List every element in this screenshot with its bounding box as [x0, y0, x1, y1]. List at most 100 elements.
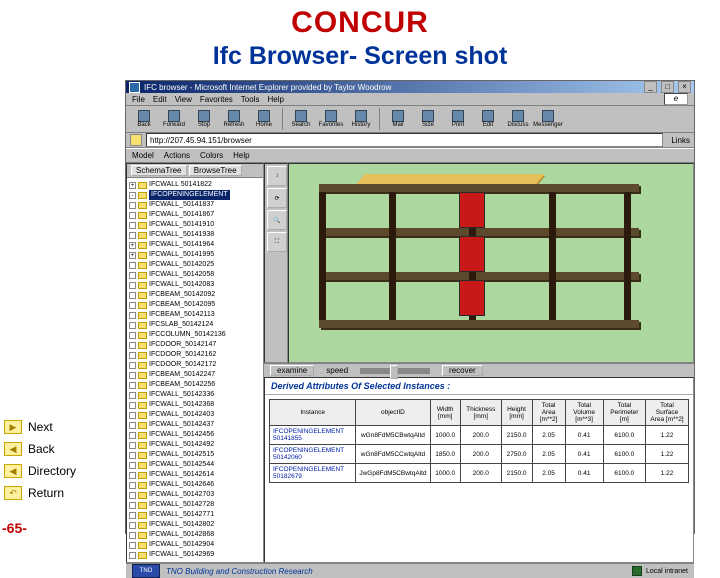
- expand-icon[interactable]: [129, 552, 136, 559]
- recover-button[interactable]: recover: [442, 365, 483, 376]
- expand-icon[interactable]: [129, 432, 136, 439]
- tree-item[interactable]: +IFCWALL_50141964: [129, 240, 261, 250]
- tree-item[interactable]: IFCWALL_50142456: [129, 430, 261, 440]
- examine-button[interactable]: examine: [270, 365, 314, 376]
- expand-icon[interactable]: +: [129, 182, 136, 189]
- tree-item[interactable]: +IFCWALL 50141822: [129, 180, 261, 190]
- refresh-btn[interactable]: Refresh: [220, 106, 248, 132]
- viewport-3d[interactable]: [288, 163, 694, 363]
- menu-view[interactable]: View: [175, 95, 192, 104]
- tree-item[interactable]: IFCWALL_50141867: [129, 210, 261, 220]
- tree-item[interactable]: IFCSLAB_50142124: [129, 320, 261, 330]
- maximize-button[interactable]: □: [661, 81, 674, 93]
- tree-item[interactable]: IFCBEAM_50142113: [129, 310, 261, 320]
- tree-item[interactable]: IFCWALL_50141837: [129, 200, 261, 210]
- tree-item[interactable]: IFCWALL_50142515: [129, 450, 261, 460]
- address-input[interactable]: [146, 133, 663, 147]
- tree-item[interactable]: IFCWALL_50142771: [129, 510, 261, 520]
- tree-item[interactable]: IFCBEAM_50142095: [129, 300, 261, 310]
- tree-item[interactable]: IFCDOOR_50142172: [129, 360, 261, 370]
- expand-icon[interactable]: [129, 412, 136, 419]
- expand-icon[interactable]: +: [129, 242, 136, 249]
- expand-icon[interactable]: [129, 482, 136, 489]
- close-button[interactable]: ×: [678, 81, 691, 93]
- mail-btn[interactable]: Mail: [384, 106, 412, 132]
- expand-icon[interactable]: [129, 522, 136, 529]
- expand-icon[interactable]: [129, 302, 136, 309]
- tree-item[interactable]: IFCWALL_50142728: [129, 500, 261, 510]
- edit-btn[interactable]: Edit: [474, 106, 502, 132]
- expand-icon[interactable]: [129, 422, 136, 429]
- tree-item[interactable]: IFCWALL_50142083: [129, 280, 261, 290]
- expand-icon[interactable]: [129, 262, 136, 269]
- tree-item[interactable]: IFCWALL_50142614: [129, 470, 261, 480]
- tree-item[interactable]: IFCDOOR_50142162: [129, 350, 261, 360]
- size-btn[interactable]: Size: [414, 106, 442, 132]
- expand-icon[interactable]: [129, 222, 136, 229]
- expand-icon[interactable]: [129, 492, 136, 499]
- expand-icon[interactable]: [129, 372, 136, 379]
- expand-icon[interactable]: -: [129, 192, 136, 199]
- nav-directory[interactable]: ◀ Directory: [4, 460, 76, 482]
- tree-item[interactable]: IFCWALL_50142025: [129, 260, 261, 270]
- expand-icon[interactable]: [129, 282, 136, 289]
- expand-icon[interactable]: [129, 462, 136, 469]
- tree-item[interactable]: IFCWALL_50142802: [129, 520, 261, 530]
- table-row[interactable]: IFCOPENINGELEMENT 50141855wGn8FdM5CBwtqA…: [270, 426, 689, 445]
- tree-item[interactable]: IFCCOLUMN_50142136: [129, 330, 261, 340]
- expand-icon[interactable]: [129, 532, 136, 539]
- expand-icon[interactable]: [129, 312, 136, 319]
- history-btn[interactable]: History: [347, 106, 375, 132]
- messenger-btn[interactable]: Messenger: [534, 106, 562, 132]
- expand-icon[interactable]: [129, 202, 136, 209]
- back-btn[interactable]: Back: [130, 106, 158, 132]
- menu-file[interactable]: File: [132, 95, 145, 104]
- tool-zoom-icon[interactable]: 🔍: [267, 210, 287, 230]
- app-menu-help[interactable]: Help: [233, 151, 249, 160]
- tree-item[interactable]: IFCWALL_50142703: [129, 490, 261, 500]
- menu-favorites[interactable]: Favorites: [200, 95, 233, 104]
- expand-icon[interactable]: [129, 402, 136, 409]
- expand-icon[interactable]: [129, 232, 136, 239]
- forward-btn[interactable]: Forward: [160, 106, 188, 132]
- minimize-button[interactable]: _: [644, 81, 657, 93]
- tree-item[interactable]: IFCBEAM_50142256: [129, 380, 261, 390]
- menu-edit[interactable]: Edit: [153, 95, 167, 104]
- tab-schematree[interactable]: SchemaTree: [131, 165, 187, 176]
- expand-icon[interactable]: [129, 362, 136, 369]
- menu-tools[interactable]: Tools: [241, 95, 260, 104]
- tab-browsetree[interactable]: BrowseTree: [189, 165, 242, 176]
- tool-pan-icon[interactable]: ↕: [267, 166, 287, 186]
- expand-icon[interactable]: [129, 452, 136, 459]
- links-label[interactable]: Links: [671, 136, 690, 145]
- expand-icon[interactable]: [129, 352, 136, 359]
- app-menu-colors[interactable]: Colors: [200, 151, 223, 160]
- tree-item[interactable]: +IFCWALL_50141995: [129, 250, 261, 260]
- tree-item[interactable]: IFCWALL_50142492: [129, 440, 261, 450]
- expand-icon[interactable]: [129, 382, 136, 389]
- expand-icon[interactable]: [129, 392, 136, 399]
- table-row[interactable]: IFCOPENINGELEMENT 50182679JwGp8FdM5CBwtq…: [270, 464, 689, 483]
- tree-item[interactable]: IFCWALL_50142336: [129, 390, 261, 400]
- tree-item[interactable]: IFCWALL_50141938: [129, 230, 261, 240]
- print-btn[interactable]: Print: [444, 106, 472, 132]
- expand-icon[interactable]: [129, 512, 136, 519]
- stop-btn[interactable]: Stop: [190, 106, 218, 132]
- nav-back[interactable]: ◀ Back: [4, 438, 76, 460]
- tree-item[interactable]: IFCWALL_50142868: [129, 530, 261, 540]
- tool-rotate-icon[interactable]: ⟳: [267, 188, 287, 208]
- tree-item[interactable]: IFCWALL_50142904: [129, 540, 261, 550]
- tree-item[interactable]: IFCWALL_50141910: [129, 220, 261, 230]
- discuss-btn[interactable]: Discuss: [504, 106, 532, 132]
- speed-slider[interactable]: [360, 368, 430, 374]
- tree-item[interactable]: IFCWALL_50142403: [129, 410, 261, 420]
- menu-help[interactable]: Help: [267, 95, 283, 104]
- expand-icon[interactable]: [129, 322, 136, 329]
- table-row[interactable]: IFCOPENINGELEMENT 50142060wGn8FdM5CCwtqA…: [270, 445, 689, 464]
- tree-body[interactable]: +IFCWALL 50141822-IFCOPENINGELEMENTIFCWA…: [127, 178, 263, 562]
- favorites-btn[interactable]: Favorites: [317, 106, 345, 132]
- tree-item[interactable]: IFCWALL_50142058: [129, 270, 261, 280]
- expand-icon[interactable]: [129, 442, 136, 449]
- tree-item[interactable]: IFCWALL_50142544: [129, 460, 261, 470]
- nav-return[interactable]: ↶ Return: [4, 482, 76, 504]
